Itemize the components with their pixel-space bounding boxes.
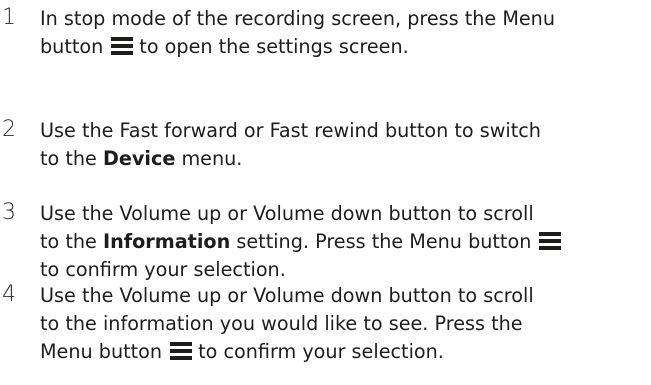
step-line-text: Use the Fast forward or Fast rewind butt… <box>40 119 541 142</box>
instruction-steps: 1 In stop mode of the recording screen, … <box>0 0 651 385</box>
step-line-text: Use the Volume up or Volume down button … <box>40 202 534 225</box>
step-line: In stop mode of the recording screen, pr… <box>40 5 645 33</box>
step-line: to the Device menu. <box>40 145 645 173</box>
step-text: Use the Volume up or Volume down button … <box>40 282 645 366</box>
step-line-text: to the <box>40 147 103 170</box>
step-line: to the Information setting. Press the Me… <box>40 228 645 256</box>
step-line-text: button <box>40 35 104 58</box>
step-line-text: Use the Volume up or Volume down button … <box>40 284 534 307</box>
step-number: 3 <box>2 200 16 225</box>
step-line: Menu button to confirm your selection. <box>40 338 645 366</box>
step-line: to confirm your selection. <box>40 256 645 284</box>
step-line-text: setting. Press the Menu button <box>230 230 532 253</box>
step-number: 4 <box>2 282 16 307</box>
menu-icon <box>111 37 134 55</box>
step-line-text: to the <box>40 230 103 253</box>
step-line-text: to confirm your selection. <box>40 258 286 281</box>
step-number: 2 <box>2 117 16 142</box>
step-line-text: In stop mode of the recording screen, pr… <box>40 7 556 30</box>
menu-icon <box>170 342 193 360</box>
step-line: to the information you would like to see… <box>40 310 645 338</box>
step-line: Use the Fast forward or Fast rewind butt… <box>40 117 645 145</box>
step-line-text: to the information you would like to see… <box>40 312 523 335</box>
step-line: Use the Volume up or Volume down button … <box>40 282 645 310</box>
step-line-text: menu. <box>175 147 243 170</box>
setting-name-information: Information <box>102 230 231 253</box>
menu-name-device: Device <box>102 147 176 170</box>
step-text: In stop mode of the recording screen, pr… <box>40 5 645 61</box>
step-line: Use the Volume up or Volume down button … <box>40 200 645 228</box>
menu-icon <box>539 232 562 250</box>
step-text: Use the Volume up or Volume down button … <box>40 200 645 284</box>
step-line-text: to confirm your selection. <box>198 340 444 363</box>
step-number: 1 <box>2 5 16 30</box>
step-line: button to open the settings screen. <box>40 33 645 61</box>
step-text: Use the Fast forward or Fast rewind butt… <box>40 117 645 173</box>
step-line-text: to open the settings screen. <box>139 35 409 58</box>
step-line-text: Menu button <box>40 340 163 363</box>
